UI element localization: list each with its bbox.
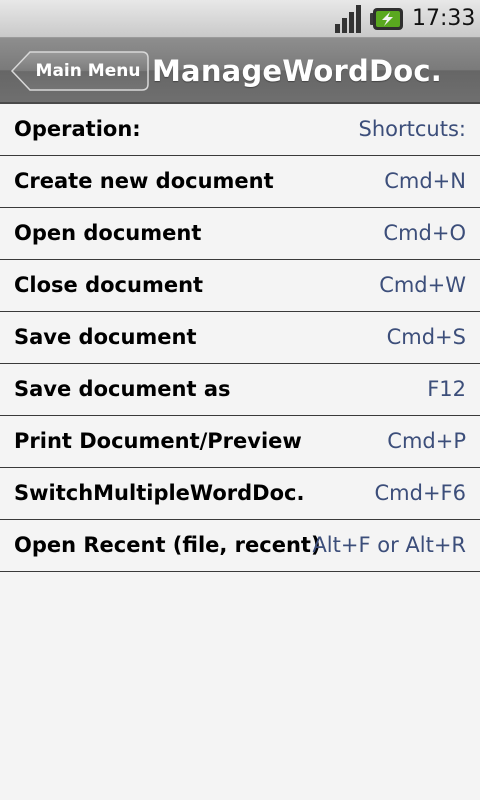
operation-label: SwitchMultipleWordDoc. (14, 481, 305, 505)
shortcut-label: Cmd+O (383, 221, 466, 245)
operation-label: Create new document (14, 169, 274, 193)
operation-column-header: Operation: (14, 117, 141, 141)
shortcut-label: Cmd+S (386, 325, 466, 349)
operation-label: Close document (14, 273, 204, 297)
shortcut-list: Operation: Shortcuts: Create new documen… (0, 104, 480, 572)
title-bar: Main Menu ManageWordDoc. (0, 38, 480, 104)
shortcut-label: Cmd+F6 (374, 481, 467, 505)
list-item[interactable]: Save document as F12 (0, 364, 480, 416)
shortcut-label: Cmd+W (379, 273, 466, 297)
list-item[interactable]: Open Recent (file, recent) Alt+F or Alt+… (0, 520, 480, 572)
shortcut-label: Alt+F or Alt+R (312, 533, 466, 557)
status-bar: 17:33 (0, 0, 480, 38)
status-clock: 17:33 (412, 6, 476, 31)
main-menu-back-button[interactable]: Main Menu (10, 50, 150, 92)
screen-title: ManageWordDoc. (152, 54, 443, 88)
signal-icon (335, 5, 361, 33)
list-item[interactable]: SwitchMultipleWordDoc. Cmd+F6 (0, 468, 480, 520)
list-item[interactable]: Create new document Cmd+N (0, 156, 480, 208)
operation-label: Open document (14, 221, 202, 245)
list-item[interactable]: Print Document/Preview Cmd+P (0, 416, 480, 468)
shortcut-label: Cmd+N (384, 169, 466, 193)
shortcut-label: F12 (427, 377, 466, 401)
list-item[interactable]: Save document Cmd+S (0, 312, 480, 364)
operation-label: Print Document/Preview (14, 429, 302, 453)
operation-label: Save document (14, 325, 197, 349)
list-item[interactable]: Close document Cmd+W (0, 260, 480, 312)
operation-label: Save document as (14, 377, 231, 401)
list-header-row: Operation: Shortcuts: (0, 104, 480, 156)
list-item[interactable]: Open document Cmd+O (0, 208, 480, 260)
battery-charging-icon (370, 8, 403, 30)
shortcut-column-header: Shortcuts: (358, 117, 466, 141)
back-button-label: Main Menu (35, 61, 141, 81)
operation-label: Open Recent (file, recent) (14, 533, 321, 557)
shortcut-label: Cmd+P (387, 429, 466, 453)
